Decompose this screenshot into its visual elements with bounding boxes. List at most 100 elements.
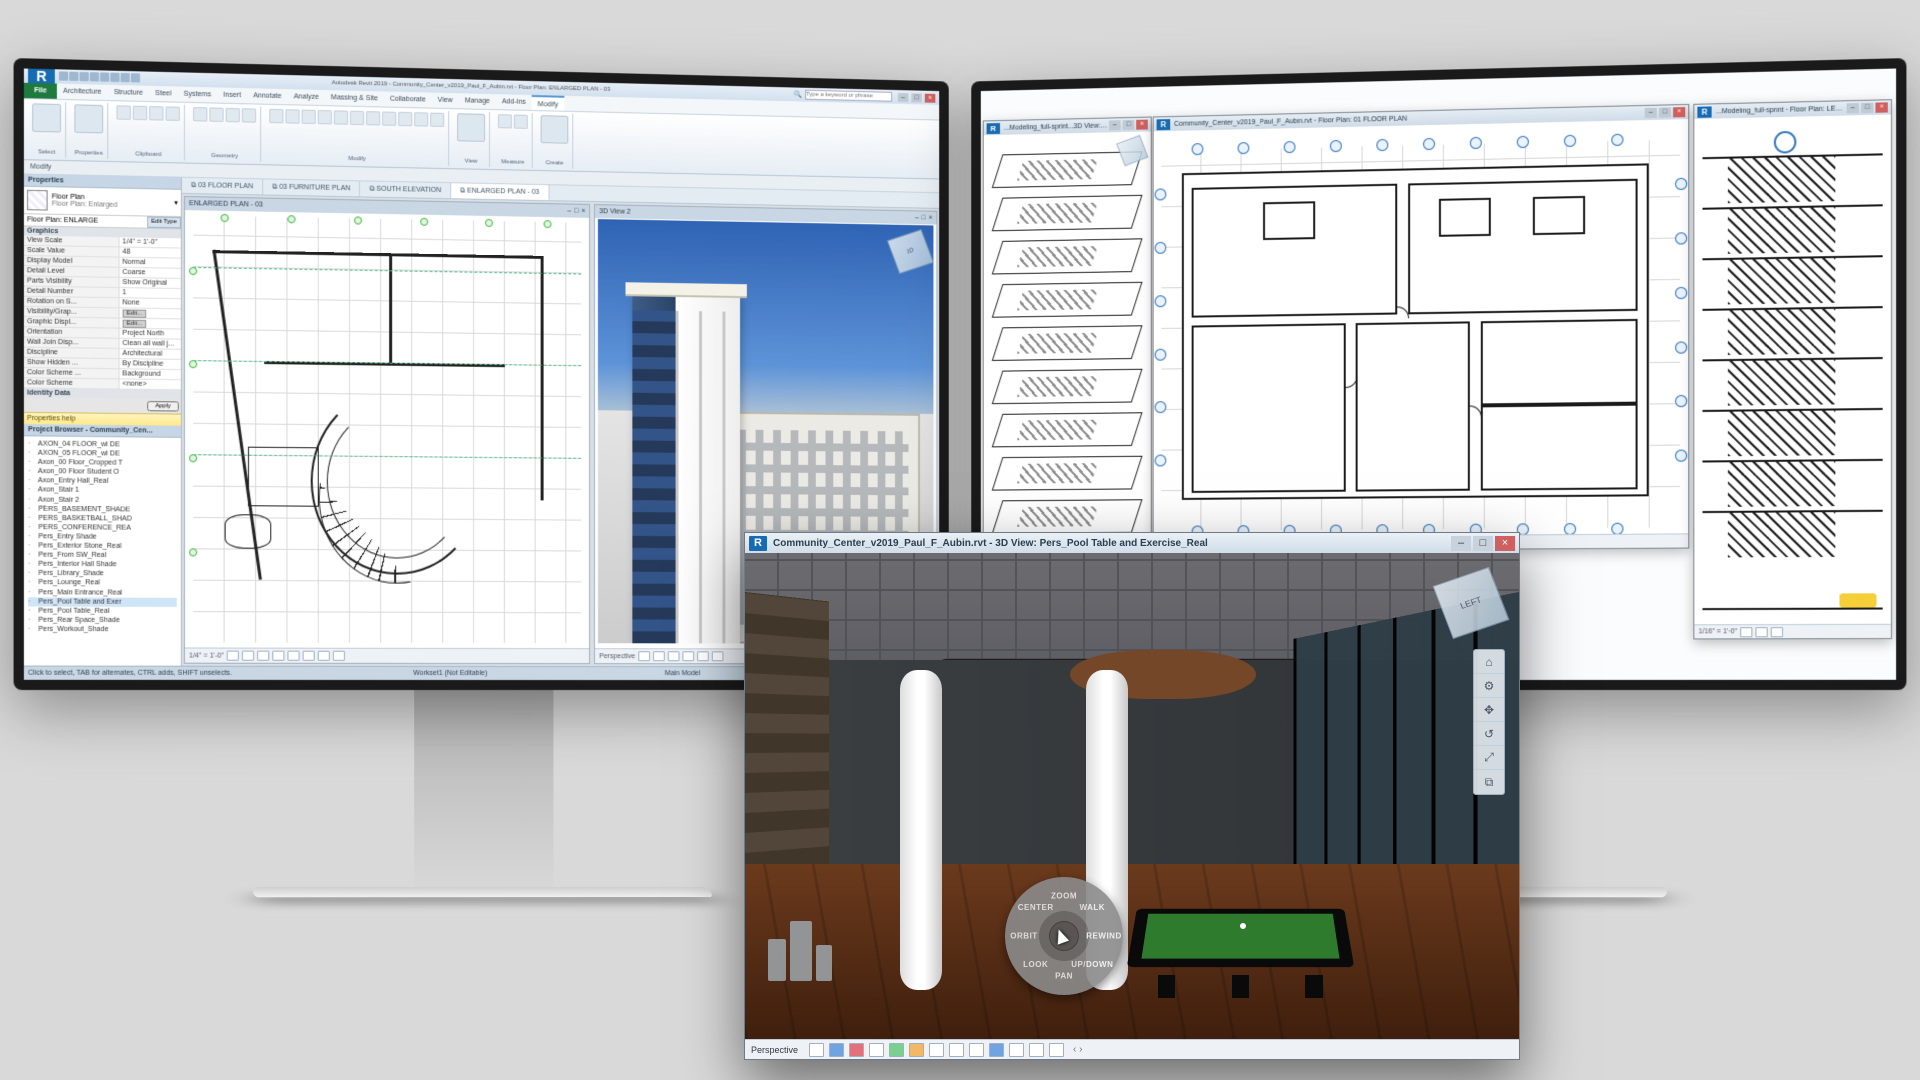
- tab-file[interactable]: File: [24, 83, 57, 99]
- vcb-icon[interactable]: [638, 651, 650, 661]
- vcb-icon[interactable]: [257, 651, 269, 661]
- steering-wheel-segment[interactable]: PAN: [1055, 972, 1073, 981]
- qat-icon[interactable]: [100, 72, 109, 81]
- ribbon-button[interactable]: [285, 109, 299, 123]
- steering-wheel-segment[interactable]: UP/DOWN: [1071, 960, 1113, 969]
- vcb-icon[interactable]: [303, 651, 315, 661]
- view-min-icon[interactable]: –: [567, 208, 571, 215]
- drawing-area-plan[interactable]: ENLARGED PLAN - 03 –□×: [184, 196, 590, 664]
- qat-icon[interactable]: [69, 71, 78, 80]
- maximize-button[interactable]: □: [1659, 107, 1671, 117]
- property-value[interactable]: Background: [118, 369, 181, 379]
- browser-item[interactable]: Pers_Workout_Shade: [28, 625, 177, 635]
- ribbon-button[interactable]: [498, 114, 512, 128]
- edit-button[interactable]: Edit...: [122, 309, 146, 317]
- float-window-interior-render[interactable]: R Community_Center_v2019_Paul_F_Aubin.rv…: [744, 532, 1520, 1060]
- ribbon-button[interactable]: [457, 113, 485, 142]
- vcb-icon[interactable]: [682, 651, 694, 661]
- close-button[interactable]: ×: [925, 93, 936, 102]
- floorplan-canvas[interactable]: [1154, 119, 1689, 550]
- vcb-icon[interactable]: [1029, 1043, 1044, 1057]
- property-value[interactable]: 1/4" = 1'-0": [118, 237, 181, 247]
- revit-logo-icon[interactable]: R: [749, 536, 767, 551]
- tab-analyze[interactable]: Analyze: [288, 89, 325, 105]
- view-control-bar[interactable]: 1/16" = 1'-0": [1694, 624, 1891, 639]
- tab-systems[interactable]: Systems: [178, 86, 218, 102]
- tab-modify[interactable]: Modify: [532, 95, 564, 111]
- steering-wheel-segment[interactable]: REWIND: [1086, 932, 1121, 941]
- view-control-bar[interactable]: Perspective ‹ ›: [745, 1039, 1519, 1059]
- plan-canvas[interactable]: [193, 215, 581, 643]
- revit-logo-icon[interactable]: R: [1157, 119, 1171, 130]
- property-value[interactable]: 1: [118, 288, 181, 298]
- float-window-section[interactable]: R ...Modeling_full-sprint - Floor Plan: …: [1693, 99, 1892, 639]
- search-input[interactable]: [805, 90, 892, 102]
- ribbon-button[interactable]: [398, 112, 412, 126]
- maximize-button[interactable]: □: [911, 93, 922, 102]
- minimize-button[interactable]: –: [1451, 536, 1471, 551]
- minimize-button[interactable]: –: [1645, 108, 1657, 118]
- vcb-icon[interactable]: [1049, 1043, 1064, 1057]
- view-close-icon[interactable]: ×: [929, 215, 933, 222]
- project-browser-tree[interactable]: AXON_04 FLOOR_wl DE AXON_05 FLOOR_wl DE …: [24, 436, 181, 665]
- ribbon-button[interactable]: [166, 106, 180, 121]
- ribbon-button[interactable]: [193, 107, 207, 121]
- vcb-icon[interactable]: [889, 1043, 904, 1057]
- view-tab[interactable]: ⧉ ENLARGED PLAN - 03: [451, 183, 549, 200]
- property-value[interactable]: None: [118, 298, 181, 308]
- browser-item[interactable]: Axon_Stair 1: [28, 486, 177, 496]
- view-tab[interactable]: ⧉ SOUTH ELEVATION: [360, 181, 451, 198]
- qat-icon[interactable]: [121, 72, 130, 81]
- nav-icon[interactable]: ⧉: [1474, 770, 1504, 794]
- maximize-button[interactable]: □: [1473, 536, 1493, 551]
- qat-icon[interactable]: [131, 73, 140, 82]
- property-value[interactable]: Clean all wall j...: [118, 339, 181, 349]
- close-button[interactable]: ×: [1495, 536, 1515, 551]
- interior-render-canvas[interactable]: LEFT ⌂⚙✥↺⤢⧉ ZOOMWALKREWINDUP/DOWNPANLOOK…: [745, 553, 1519, 1039]
- float-window-axon[interactable]: R ...Modeling_full-sprint...3D View: {3D…: [983, 117, 1152, 592]
- vcb-icon[interactable]: [697, 651, 709, 661]
- nav-icon[interactable]: ⌂: [1474, 650, 1504, 674]
- close-button[interactable]: ×: [1136, 120, 1148, 130]
- search-icon[interactable]: 🔍: [794, 90, 802, 98]
- maximize-button[interactable]: □: [1123, 120, 1135, 130]
- vcb-icon[interactable]: [869, 1043, 884, 1057]
- property-value[interactable]: Project North: [118, 329, 181, 339]
- nav-icon[interactable]: ⤢: [1474, 746, 1504, 770]
- vcb-icon[interactable]: [653, 651, 665, 661]
- vcb-icon[interactable]: [969, 1043, 984, 1057]
- steering-wheel-segment[interactable]: ZOOM: [1051, 892, 1077, 901]
- revit-logo-icon[interactable]: R: [1697, 106, 1711, 117]
- view-title-bar[interactable]: ENLARGED PLAN - 03 –□×: [185, 197, 589, 218]
- browser-item[interactable]: Pers_Pool Table and Exer: [28, 597, 177, 607]
- vcb-icon[interactable]: [809, 1043, 824, 1057]
- float-window-floorplan[interactable]: R Community_Center_v2019_Paul_F_Aubin.rv…: [1153, 104, 1690, 552]
- browser-item[interactable]: Pers_Main Entrance_Real: [28, 588, 177, 598]
- nav-icon[interactable]: ↺: [1474, 722, 1504, 746]
- vcb-icon[interactable]: [909, 1043, 924, 1057]
- ribbon-button[interactable]: [366, 111, 380, 125]
- ribbon-button[interactable]: [350, 111, 364, 125]
- view-tab[interactable]: ⧉ 03 FLOOR PLAN: [182, 178, 263, 195]
- view-scale[interactable]: 1/16" = 1'-0": [1698, 628, 1737, 635]
- vcb-icon[interactable]: [318, 651, 330, 661]
- navigation-bar[interactable]: ⌂⚙✥↺⤢⧉: [1473, 649, 1505, 795]
- ribbon-button[interactable]: [226, 108, 240, 122]
- property-value[interactable]: Edit...: [118, 319, 181, 329]
- tab-add-ins[interactable]: Add-Ins: [496, 94, 532, 110]
- vcb-icon[interactable]: [1771, 627, 1783, 637]
- close-button[interactable]: ×: [1673, 107, 1685, 117]
- property-value[interactable]: <none>: [118, 379, 181, 389]
- ribbon-button[interactable]: [302, 110, 316, 124]
- tab-architecture[interactable]: Architecture: [57, 84, 108, 100]
- properties-apply-button[interactable]: Apply: [147, 401, 179, 411]
- qat-icon[interactable]: [80, 71, 89, 80]
- browser-item[interactable]: Pers_Lounge_Real: [28, 578, 177, 588]
- vcb-icon[interactable]: [1740, 627, 1752, 637]
- view-control-bar[interactable]: 1/4" = 1'-0": [185, 647, 589, 663]
- maximize-button[interactable]: □: [1861, 103, 1873, 113]
- steering-wheel-segment[interactable]: ORBIT: [1010, 932, 1037, 941]
- vcb-icon[interactable]: [333, 651, 345, 661]
- ribbon-button[interactable]: [382, 111, 396, 125]
- vcb-icon[interactable]: [272, 651, 284, 661]
